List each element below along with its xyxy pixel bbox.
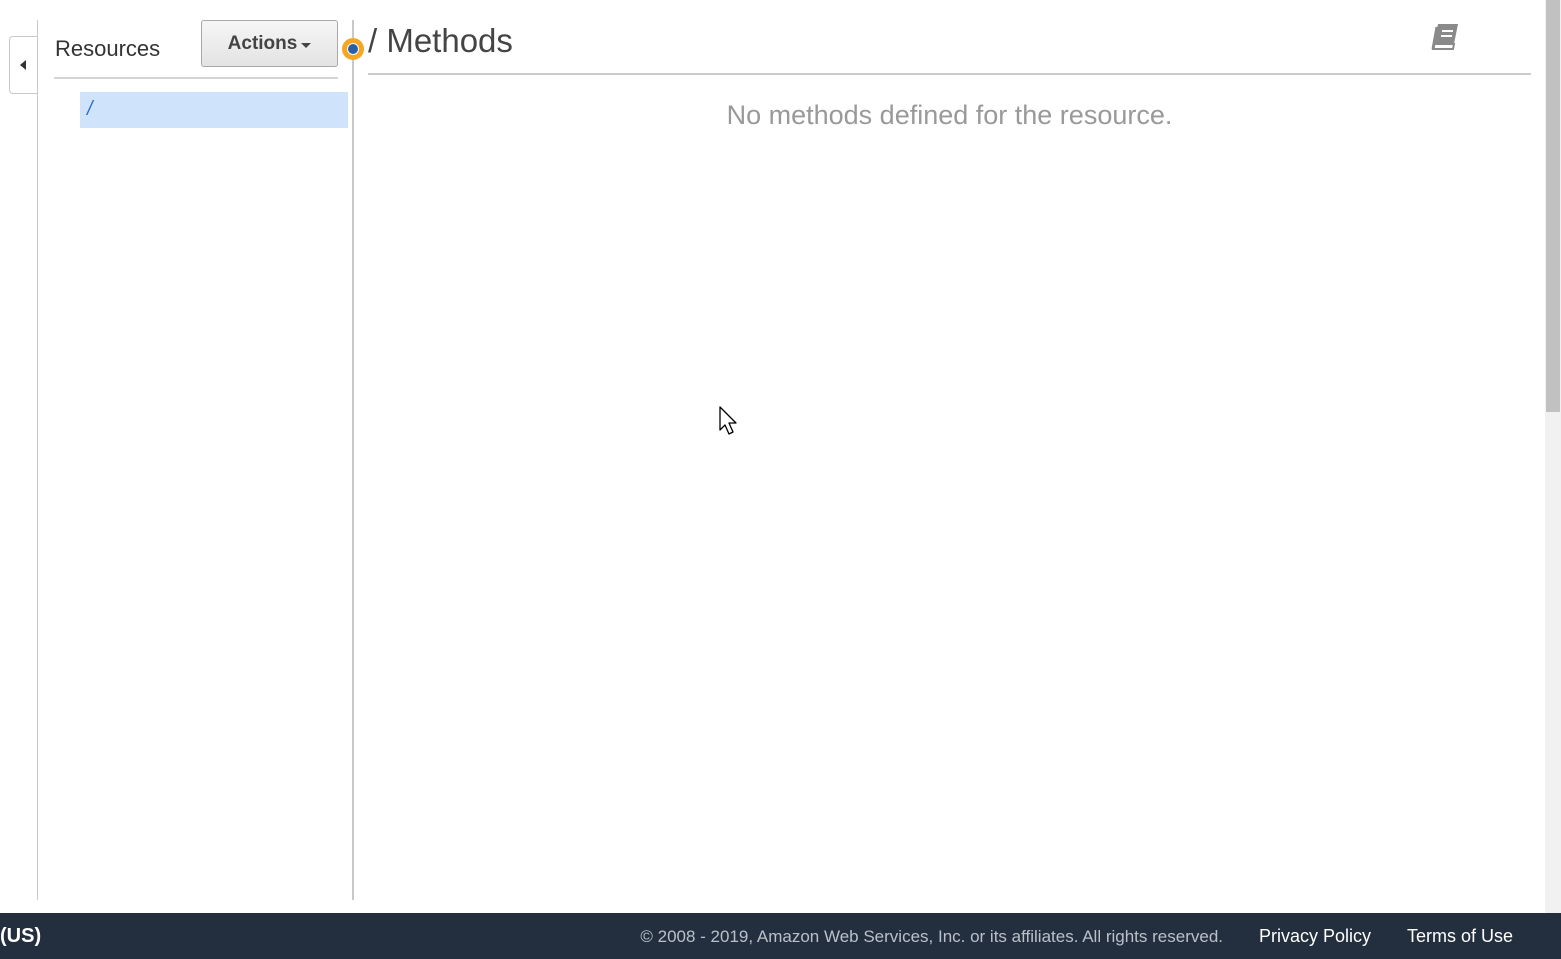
sidebar-left-border xyxy=(37,20,38,900)
resources-divider xyxy=(54,77,338,79)
resources-heading: Resources xyxy=(55,36,161,61)
collapse-sidebar-button[interactable] xyxy=(9,36,38,94)
terms-of-use-link[interactable]: Terms of Use xyxy=(1407,926,1513,947)
chevron-down-icon xyxy=(301,42,312,48)
resource-tree-item-label: / xyxy=(87,98,93,120)
actions-button-label: Actions xyxy=(227,32,298,54)
actions-dropdown-button[interactable]: Actions xyxy=(201,20,338,67)
resource-tree-item-root[interactable]: / xyxy=(80,92,348,128)
mouse-pointer-icon xyxy=(719,406,737,435)
api-gateway-resources-page: Resources Actions / / Methods No methods… xyxy=(0,0,1561,959)
caret-left-icon xyxy=(20,60,26,70)
book-icon[interactable] xyxy=(1428,22,1462,52)
page-title: / Methods xyxy=(368,22,513,59)
title-divider xyxy=(368,73,1531,75)
resource-panel-resize-handle[interactable] xyxy=(352,20,354,900)
copyright-text: © 2008 - 2019, Amazon Web Services, Inc.… xyxy=(640,927,1223,946)
scrollbar-thumb[interactable] xyxy=(1546,0,1560,412)
language-region-label[interactable]: (US) xyxy=(0,925,41,948)
empty-methods-message: No methods defined for the resource. xyxy=(726,100,1173,130)
privacy-policy-link[interactable]: Privacy Policy xyxy=(1259,926,1371,947)
status-dot-icon xyxy=(342,38,364,60)
footer-bar: (US) © 2008 - 2019, Amazon Web Services,… xyxy=(0,913,1561,959)
